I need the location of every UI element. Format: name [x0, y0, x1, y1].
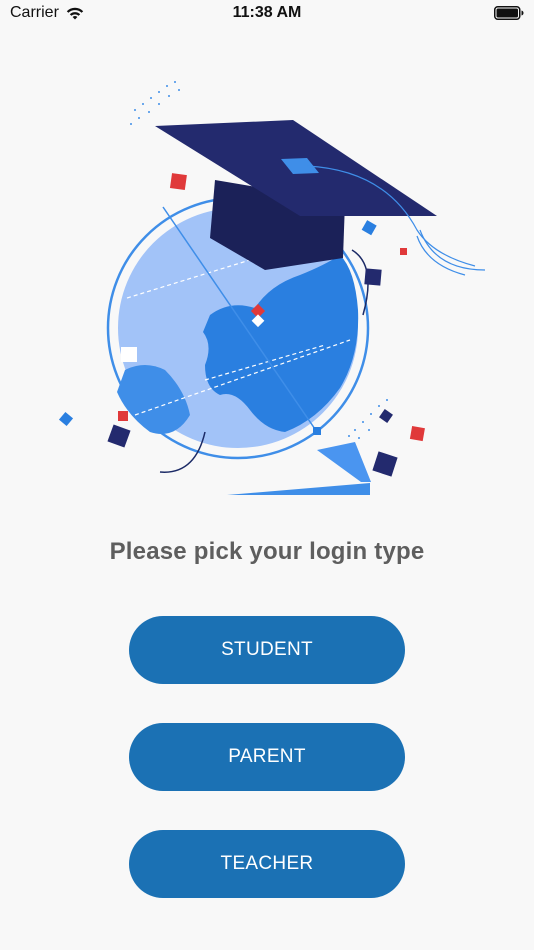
student-login-button[interactable]: STUDENT	[129, 616, 405, 684]
login-type-screen: Carrier 11:38 AM Please pick your login …	[0, 0, 534, 950]
status-time: 11:38 AM	[232, 4, 302, 21]
parent-login-button[interactable]: PARENT	[129, 723, 405, 791]
page-title: Please pick your login type	[109, 538, 425, 565]
globe-graduation-illustration	[58, 81, 486, 495]
status-bar: Carrier 11:38 AM	[0, 0, 534, 28]
teacher-login-button[interactable]: TEACHER	[129, 830, 405, 898]
battery-icon	[494, 6, 524, 20]
